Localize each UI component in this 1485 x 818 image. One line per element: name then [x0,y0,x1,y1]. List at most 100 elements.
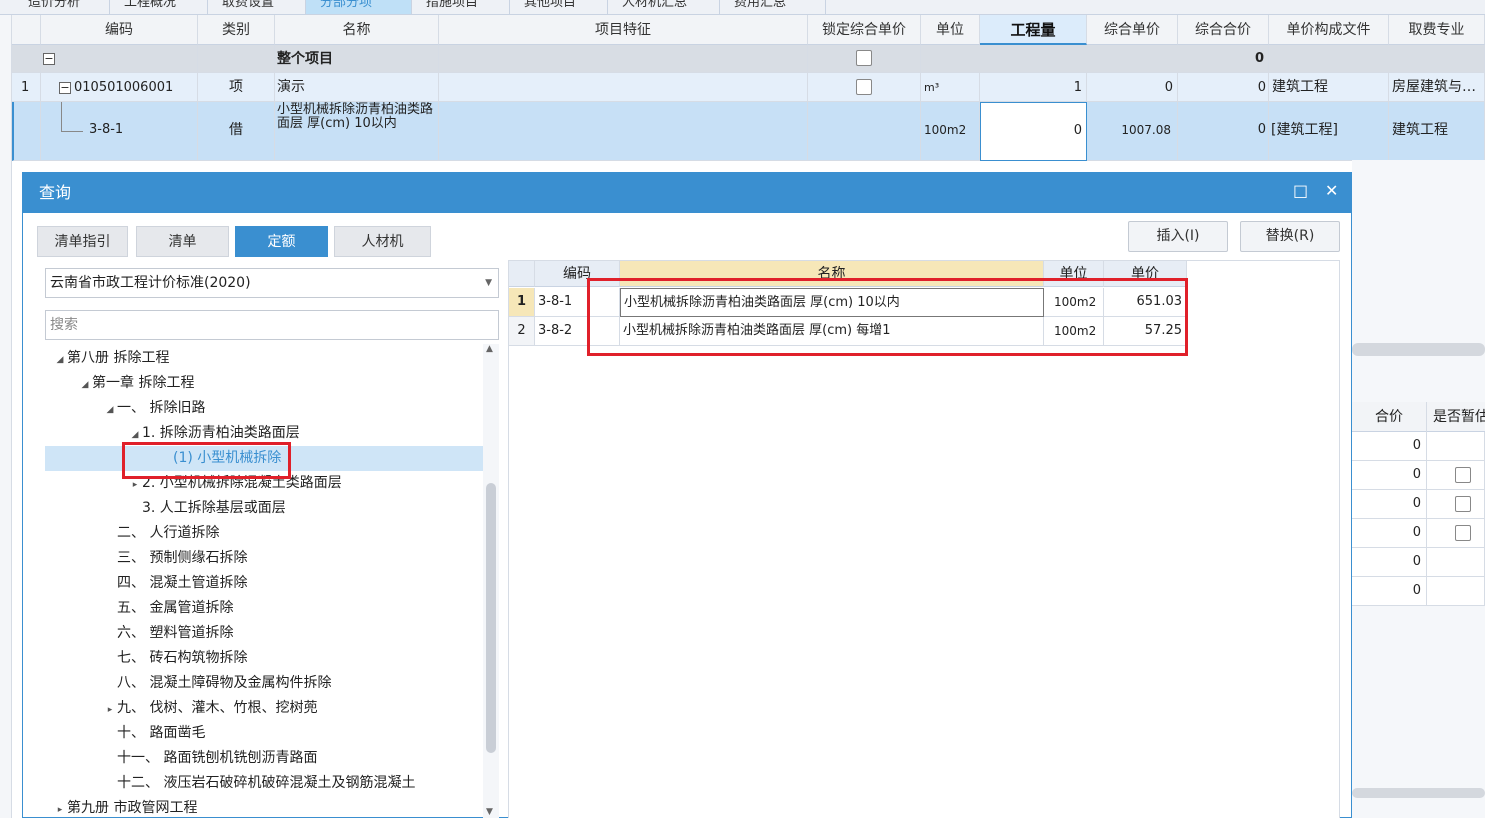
grid-header-total-price[interactable]: 综合合价 [1178,15,1269,45]
header-provisional[interactable]: 是否暂估 [1427,402,1485,432]
tree-node[interactable]: ◢ 一、 拆除旧路 [103,396,206,423]
tree-node[interactable]: 3. 人工拆除基层或面层 [142,496,286,521]
tab-divisional-items[interactable]: 分部分项 [306,0,412,14]
tab-fee-summary[interactable]: 费用汇总 [720,0,826,14]
grid-header-unit[interactable]: 单位 [921,15,980,45]
lock-price-checkbox[interactable] [856,50,872,66]
tab-cost-analysis[interactable]: 造价分析 [14,0,110,14]
expand-arrow-icon[interactable]: ◢ [103,398,117,423]
provisional-checkbox[interactable] [1455,525,1471,541]
row1-total: 0 [1178,73,1269,102]
grid-header-name[interactable]: 名称 [275,15,439,45]
row2-unit[interactable]: 100m2 [921,102,980,161]
search-input[interactable]: 搜索 [45,310,499,340]
row1-qty[interactable]: 1 [980,73,1087,102]
tab-bill-guide[interactable]: 清单指引 [37,226,128,257]
provisional-checkbox[interactable] [1455,496,1471,512]
row1-lock[interactable] [808,73,921,102]
row0-type [198,45,275,73]
tab-materials[interactable]: 人材机 [334,226,431,257]
horizontal-scrollbar[interactable] [1352,343,1485,356]
collapse-icon[interactable]: − [59,81,71,94]
scroll-up-icon[interactable]: ▲ [486,344,493,354]
grid-header-type[interactable]: 类别 [198,15,275,45]
row1-code-cell[interactable]: −010501006001 [41,73,198,102]
grid-header-code[interactable]: 编码 [41,15,198,45]
right-check-cell[interactable] [1427,519,1485,548]
row1-unit[interactable]: m³ [921,73,980,102]
tree-node[interactable]: 七、 砖石构筑物拆除 [117,646,247,671]
insert-button[interactable]: 插入(I) [1128,221,1228,252]
tree-node[interactable]: 三、 预制侧缘石拆除 [117,546,247,571]
grid-header-price-file[interactable]: 单价构成文件 [1269,15,1389,45]
tree-line [61,102,62,132]
result-row-num: 1 [509,288,535,317]
expand-arrow-icon[interactable]: ▸ [103,698,117,723]
row2-qty-input[interactable]: 0 [980,102,1087,161]
tree-node[interactable]: 二、 人行道拆除 [117,521,219,546]
row2-feature[interactable] [439,102,808,161]
row2-fee[interactable]: 建筑工程 [1389,102,1485,161]
maximize-icon[interactable]: □ [1293,181,1308,200]
collapse-icon[interactable]: − [43,52,55,65]
tree-node[interactable]: 十、 路面凿毛 [117,721,205,746]
tree-node[interactable]: 六、 塑料管道拆除 [117,621,233,646]
dialog-titlebar[interactable]: 查询 [23,173,1351,213]
tree-node[interactable]: ◢ 第八册 拆除工程 [53,346,170,373]
tree-scroll-thumb[interactable] [486,483,496,753]
grid-header-unit-price[interactable]: 综合单价 [1087,15,1178,45]
row0-lock[interactable] [808,45,921,73]
provisional-checkbox[interactable] [1455,467,1471,483]
tree-node[interactable]: ▸ 九、 伐树、灌木、竹根、挖树蔸 [103,696,318,723]
tree-node[interactable]: 四、 混凝土管道拆除 [117,571,247,596]
library-value: 云南省市政工程计价标准(2020) [50,275,251,291]
row1-fee[interactable]: 房屋建筑与… [1389,73,1485,102]
grid-header-fee-specialty[interactable]: 取费专业 [1389,15,1485,45]
tab-other-items[interactable]: 其他项目 [510,0,608,14]
right-check-cell [1427,577,1485,606]
row1-feature[interactable] [439,73,808,102]
row0-expand[interactable]: − [41,45,198,73]
row1-num: 1 [12,73,41,102]
expand-arrow-icon[interactable]: ▸ [53,798,67,818]
grid-header-num [12,15,41,45]
row0-feature [439,45,808,73]
expand-arrow-icon[interactable]: ◢ [53,348,67,373]
right-check-cell[interactable] [1427,461,1485,490]
replace-button[interactable]: 替换(R) [1240,221,1340,252]
tab-fee-settings[interactable]: 取费设置 [208,0,306,14]
row1-name[interactable]: 演示 [275,73,439,102]
row1-type: 项 [198,73,275,102]
tab-quota[interactable]: 定额 [235,226,328,257]
library-select[interactable]: 云南省市政工程计价标准(2020) ▼ [45,268,499,298]
row2-file[interactable]: [建筑工程] [1269,102,1389,161]
tab-bill[interactable]: 清单 [136,226,229,257]
row2-type: 借 [198,102,275,161]
lock-price-checkbox[interactable] [856,79,872,95]
tab-measures[interactable]: 措施项目 [412,0,510,14]
tree-line [61,131,83,132]
highlight-box-tree [122,442,291,479]
close-icon[interactable]: ✕ [1325,181,1338,200]
tab-project-overview[interactable]: 工程概况 [110,0,208,14]
chevron-down-icon[interactable]: ▼ [485,269,492,297]
scroll-down-icon[interactable]: ▼ [486,807,493,817]
right-check-cell[interactable] [1427,490,1485,519]
tree-node[interactable]: 八、 混凝土障碍物及金属构件拆除 [117,671,331,696]
horizontal-scrollbar[interactable] [1352,788,1485,798]
header-total[interactable]: 合价 [1352,402,1427,432]
tree-node[interactable]: 十二、 液压岩石破碎机破碎混凝土及钢筋混凝土 [117,771,415,796]
tree-node[interactable]: ◢ 第一章 拆除工程 [78,371,195,398]
grid-header-quantity[interactable]: 工程量 [980,15,1087,45]
row1-file[interactable]: 建筑工程 [1269,73,1389,102]
grid-header-lock-price[interactable]: 锁定综合单价 [808,15,921,45]
tab-materials-summary[interactable]: 人材机汇总 [608,0,720,14]
tree-node[interactable]: ▸ 第九册 市政管网工程 [53,796,198,818]
tree-node[interactable]: 五、 金属管道拆除 [117,596,233,621]
right-total-cell: 0 [1352,461,1427,490]
row2-name[interactable]: 小型机械拆除沥青柏油类路面层 厚(cm) 10以内 [275,102,439,161]
tree-node[interactable]: 十一、 路面铣刨机铣刨沥青路面 [117,746,317,771]
right-total-cell: 0 [1352,519,1427,548]
grid-header-feature[interactable]: 项目特征 [439,15,808,45]
expand-arrow-icon[interactable]: ◢ [78,373,92,398]
